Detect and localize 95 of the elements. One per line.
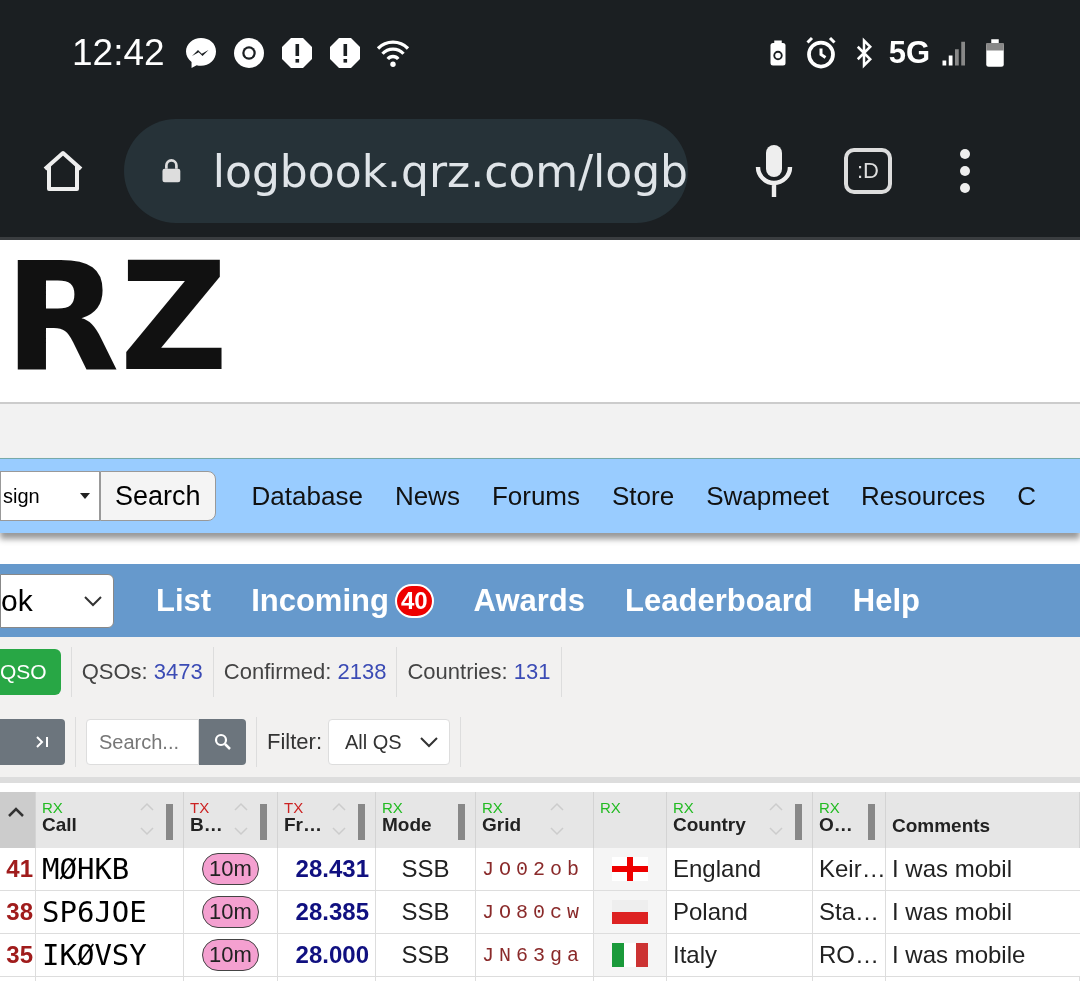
resize-handle[interactable] [166,804,173,840]
last-page-button[interactable] [0,719,65,765]
resize-handle[interactable] [260,804,267,840]
callsign-cell[interactable]: IKØVSY [36,934,184,977]
column-header[interactable]: RX Country [667,792,813,848]
band-badge: 10m [202,853,259,885]
frequency-cell: 28.431 [278,848,376,891]
filter-label: Filter: [267,729,322,755]
resize-handle[interactable] [358,804,365,840]
site-logo[interactable]: RZ [4,242,229,392]
sort-icon[interactable] [768,800,784,838]
column-tag: RX [673,800,694,815]
column-label: Mode [382,815,432,836]
address-bar[interactable]: logbook.qrz.com/logb [124,119,688,223]
search-icon [213,733,232,751]
chevron-down-icon[interactable] [419,736,439,748]
column-tag: TX [190,800,210,815]
sort-up-icon[interactable] [7,806,25,818]
url-text: logbook.qrz.com/logb [212,145,688,197]
resize-handle[interactable] [868,804,875,840]
nav-link[interactable]: Forums [491,480,580,512]
operator-cell: Keir… [813,848,886,891]
count-badge: 40 [394,583,434,618]
sort-icon[interactable] [233,800,249,838]
lookup-select[interactable]: sign [0,471,100,521]
column-tag: TX [284,800,304,815]
column-header[interactable]: RX Mode [376,792,476,848]
resize-handle[interactable] [458,804,465,840]
column-label: B… [190,815,223,836]
mode-cell: SSB [376,848,476,891]
column-label: Country [673,815,746,836]
search-button[interactable]: Search [100,471,216,521]
menu-icon[interactable] [958,148,972,194]
nav-link[interactable]: C [1017,480,1037,512]
stat-text: Confirmed: 2138 [223,659,387,685]
country-cell: England [667,848,813,891]
mode-cell: SSB [376,891,476,934]
column-header[interactable]: Comments [886,792,1080,848]
callsign-cell[interactable]: SP6JOE [36,891,184,934]
search-submit-button[interactable] [199,719,246,765]
caret-icon [79,492,91,500]
tab-switcher-button[interactable]: :D [844,148,892,194]
band-badge: 10m [202,896,259,928]
country-cell: Poland [667,891,813,934]
column-header[interactable]: TX Fr… [278,792,376,848]
band-badge: 10m [202,939,259,971]
flag-icon [612,857,648,881]
row-number: 38 [0,891,36,934]
column-header[interactable]: TX B… [184,792,278,848]
column-header[interactable]: RX Call [36,792,184,848]
flag-icon [612,900,648,924]
column-header[interactable]: RX Grid [476,792,594,848]
microphone-icon[interactable] [754,143,794,199]
column-header[interactable]: RX O… [813,792,886,848]
country-cell: Italy [667,934,813,977]
operator-cell: Sta… [813,891,886,934]
filter-select[interactable]: All QS [328,719,450,765]
row-number: 35 [0,934,36,977]
mode-cell: SSB [376,934,476,977]
nav-link[interactable]: News [394,480,460,512]
sort-icon[interactable] [139,800,155,838]
column-tag: RX [600,800,621,815]
search-field[interactable]: Search... [86,719,199,765]
column-tag: RX [42,800,63,815]
callsign-cell[interactable]: MØHKB [36,848,184,891]
last-page-icon [35,735,51,749]
logbook-select[interactable]: ok [0,573,114,628]
column-label: O… [819,815,853,836]
column-label: Grid [482,815,522,836]
row-number: 41 [0,848,36,891]
frequency-cell: 28.385 [278,891,376,934]
sort-icon[interactable] [549,800,565,838]
stat-text: QSOs: 3473 [81,659,203,685]
frequency-cell: 28.000 [278,934,376,977]
column-label: Comments [892,816,991,837]
column-tag: RX [819,800,840,815]
column-label: Fr… [284,815,322,836]
sort-icon[interactable] [331,800,347,838]
comments-cell: I was mobil [886,848,1080,891]
nav-link[interactable]: Store [612,480,675,512]
comments-cell: I was mobil [886,891,1080,934]
flag-icon [612,943,648,967]
resize-handle[interactable] [795,804,802,840]
column-tag: RX [382,800,403,815]
column-label: Call [42,815,77,836]
nav-link[interactable]: Swapmeet [706,480,829,512]
network-type: 5G [888,34,930,71]
nav-link[interactable]: Resources [861,480,986,512]
comments-cell: I was mobile [886,934,1080,977]
chevron-down-icon[interactable] [83,594,103,607]
column-tag: RX [482,800,503,815]
nav-link[interactable]: Database [251,480,363,512]
stat-text: Countries: 131 [407,659,551,685]
clock-time: 12:42 [72,31,165,74]
operator-cell: RO… [813,934,886,977]
